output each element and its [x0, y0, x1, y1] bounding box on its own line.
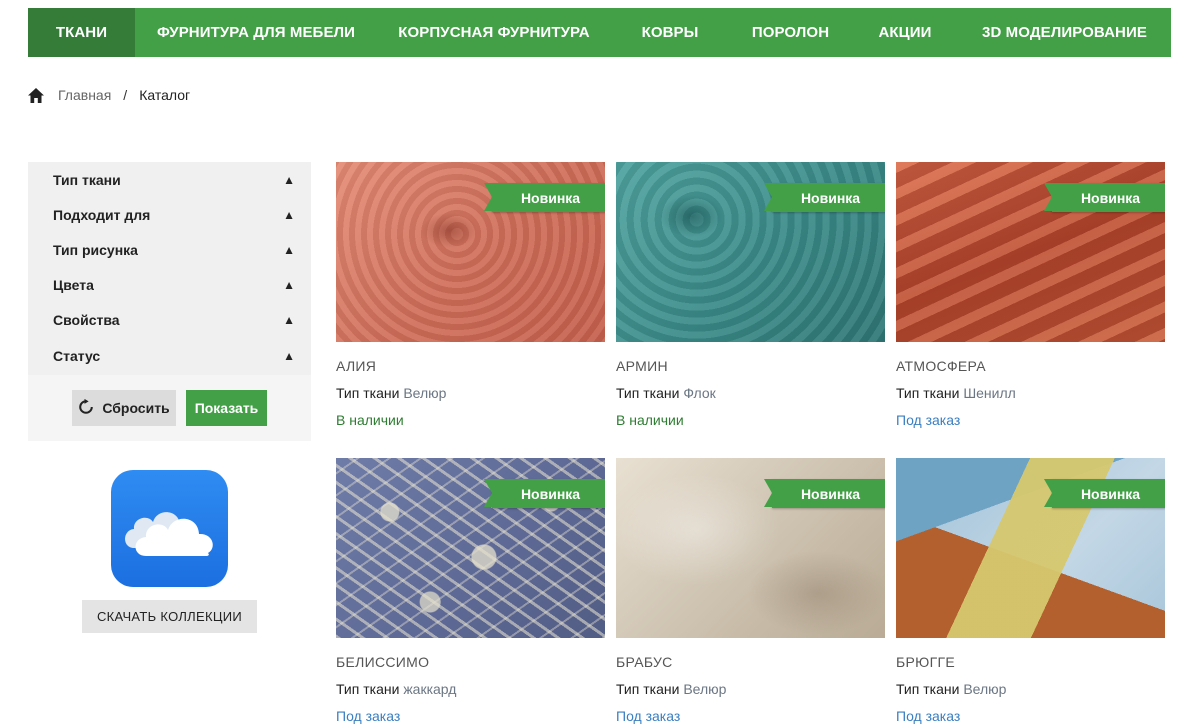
filter-group-label: Статус — [53, 347, 101, 364]
breadcrumb-current: Каталог — [139, 87, 191, 103]
filter-group-label: Свойства — [53, 312, 120, 329]
product-type-label: Тип ткани — [336, 385, 400, 401]
collapse-arrow-icon[interactable]: ▲ — [283, 243, 295, 257]
product-type-label: Тип ткани — [896, 681, 960, 697]
product-card: Новинка АРМИН Тип ткани Флок В наличии — [616, 162, 885, 428]
nav-item-fabrics[interactable]: ТКАНИ — [28, 8, 135, 57]
breadcrumb-home-link[interactable]: Главная — [58, 87, 111, 103]
product-name[interactable]: БРАБУС — [616, 654, 885, 670]
product-name[interactable]: АРМИН — [616, 358, 885, 374]
breadcrumb-separator: / — [123, 87, 128, 103]
nav-item-foam[interactable]: ПОРОЛОН — [729, 8, 852, 57]
download-collections-button[interactable]: СКАЧАТЬ КОЛЛЕКЦИИ — [82, 600, 257, 633]
filter-group-suitable-for[interactable]: Подходит для ▲ — [28, 197, 311, 232]
product-image[interactable]: Новинка — [896, 162, 1165, 342]
product-name[interactable]: БРЮГГЕ — [896, 654, 1165, 670]
product-type-label: Тип ткани — [896, 385, 960, 401]
nav-item-3d-modeling[interactable]: 3D МОДЕЛИРОВАНИЕ — [958, 8, 1171, 57]
filter-panel: Тип ткани ▲ Подходит для ▲ Тип рисунка ▲… — [28, 162, 311, 441]
nav-item-promotions[interactable]: АКЦИИ — [852, 8, 958, 57]
product-card: Новинка БРАБУС Тип ткани Велюр Под заказ — [616, 458, 885, 724]
product-status[interactable]: Под заказ — [336, 708, 605, 724]
refresh-icon — [78, 398, 94, 418]
product-image[interactable]: Новинка — [336, 458, 605, 638]
new-badge: Новинка — [764, 183, 885, 212]
filter-group-properties[interactable]: Свойства ▲ — [28, 303, 311, 338]
product-status: В наличии — [336, 412, 404, 428]
main-nav: ТКАНИ ФУРНИТУРА ДЛЯ МЕБЕЛИ КОРПУСНАЯ ФУР… — [28, 8, 1171, 57]
filter-group-colors[interactable]: Цвета ▲ — [28, 268, 311, 303]
product-image[interactable]: Новинка — [616, 458, 885, 638]
product-type: Тип ткани жаккард — [336, 681, 605, 697]
filter-group-label: Подходит для — [53, 206, 151, 223]
product-type: Тип ткани Велюр — [336, 385, 605, 401]
collapse-arrow-icon[interactable]: ▲ — [283, 278, 295, 292]
product-type-value: жаккард — [403, 681, 457, 697]
nav-item-furniture-fittings[interactable]: ФУРНИТУРА ДЛЯ МЕБЕЛИ — [135, 8, 377, 57]
collapse-arrow-icon[interactable]: ▲ — [283, 349, 295, 363]
product-type-value: Велюр — [963, 681, 1007, 697]
reset-filters-label: Сбросить — [102, 400, 170, 416]
apply-filters-button[interactable]: Показать — [186, 390, 267, 426]
collapse-arrow-icon[interactable]: ▲ — [283, 173, 295, 187]
product-type-value: Велюр — [403, 385, 447, 401]
product-card: Новинка БРЮГГЕ Тип ткани Велюр Под заказ — [896, 458, 1165, 724]
new-badge: Новинка — [484, 183, 605, 212]
new-badge: Новинка — [484, 479, 605, 508]
cloud-icon[interactable] — [111, 470, 228, 587]
product-type: Тип ткани Шенилл — [896, 385, 1165, 401]
reset-filters-button[interactable]: Сбросить — [72, 390, 176, 426]
product-name[interactable]: АТМОСФЕРА — [896, 358, 1165, 374]
new-badge: Новинка — [1044, 183, 1165, 212]
product-status[interactable]: Под заказ — [616, 708, 885, 724]
product-status[interactable]: Под заказ — [896, 708, 1165, 724]
product-type-label: Тип ткани — [616, 681, 680, 697]
filter-group-label: Тип ткани — [53, 171, 121, 188]
product-type-value: Флок — [683, 385, 716, 401]
home-icon[interactable] — [28, 87, 44, 103]
collapse-arrow-icon[interactable]: ▲ — [283, 313, 295, 327]
product-type-label: Тип ткани — [336, 681, 400, 697]
collapse-arrow-icon[interactable]: ▲ — [283, 208, 295, 222]
new-badge: Новинка — [1044, 479, 1165, 508]
product-type-value: Шенилл — [963, 385, 1016, 401]
nav-item-carpets[interactable]: КОВРЫ — [611, 8, 729, 57]
filter-group-label: Тип рисунка — [53, 241, 138, 258]
filter-group-fabric-type[interactable]: Тип ткани ▲ — [28, 162, 311, 197]
product-image[interactable]: Новинка — [616, 162, 885, 342]
breadcrumb: Главная / Каталог — [28, 86, 190, 104]
product-image[interactable]: Новинка — [336, 162, 605, 342]
nav-item-cabinet-fittings[interactable]: КОРПУСНАЯ ФУРНИТУРА — [377, 8, 611, 57]
product-type-value: Велюр — [683, 681, 727, 697]
filter-group-pattern-type[interactable]: Тип рисунка ▲ — [28, 232, 311, 267]
product-card: Новинка АТМОСФЕРА Тип ткани Шенилл Под з… — [896, 162, 1165, 428]
filter-actions: Сбросить Показать — [28, 375, 311, 441]
product-name[interactable]: БЕЛИССИМО — [336, 654, 605, 670]
product-card: Новинка АЛИЯ Тип ткани Велюр В наличии — [336, 162, 605, 428]
product-card: Новинка БЕЛИССИМО Тип ткани жаккард Под … — [336, 458, 605, 724]
product-status: В наличии — [616, 412, 684, 428]
product-image[interactable]: Новинка — [896, 458, 1165, 638]
new-badge: Новинка — [764, 479, 885, 508]
filter-group-status[interactable]: Статус ▲ — [28, 338, 311, 373]
product-type: Тип ткани Велюр — [896, 681, 1165, 697]
product-type: Тип ткани Флок — [616, 385, 885, 401]
product-name[interactable]: АЛИЯ — [336, 358, 605, 374]
product-type-label: Тип ткани — [616, 385, 680, 401]
product-status[interactable]: Под заказ — [896, 412, 1165, 428]
filter-group-label: Цвета — [53, 277, 94, 294]
product-type: Тип ткани Велюр — [616, 681, 885, 697]
